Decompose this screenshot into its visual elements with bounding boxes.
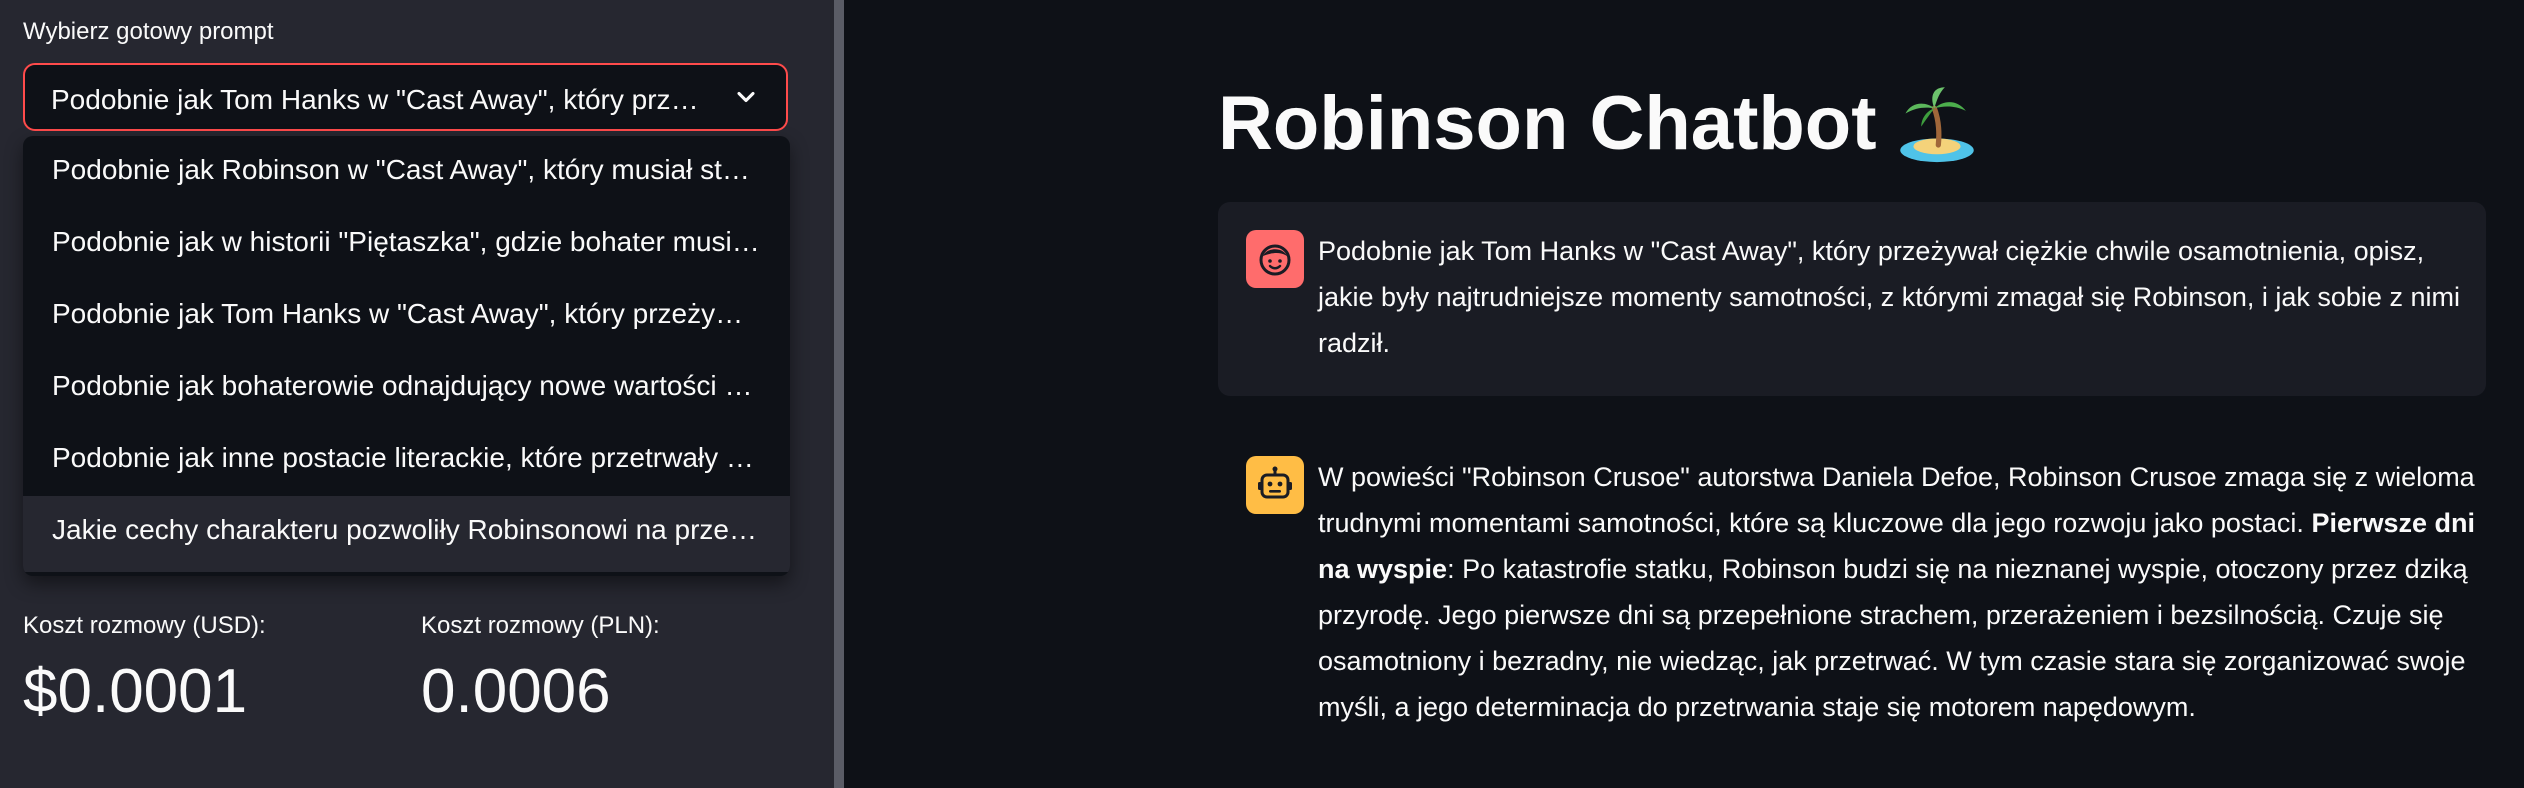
metric-value: $0.0001: [23, 657, 248, 726]
assistant-avatar: [1246, 456, 1304, 514]
dropdown-option[interactable]: Podobnie jak Tom Hanks w "Cast Away", kt…: [23, 280, 790, 352]
palm-island-icon: [1899, 86, 1974, 162]
dropdown-option[interactable]: Podobnie jak bohaterowie odnajdujący now…: [23, 352, 790, 424]
page-title-text: Robinson Chatbot: [1218, 81, 1877, 166]
sidebar: Wybierz gotowy prompt Podobnie jak Tom H…: [0, 0, 834, 788]
user-face-icon: [1259, 244, 1291, 276]
prompt-select-value: Podobnie jak Tom Hanks w "Cast Away", kt…: [51, 84, 711, 115]
chat-message-assistant: W powieści "Robinson Crusoe" autorstwa D…: [1218, 432, 2486, 732]
assistant-text-body: : Po katastrofie statku, Robinson budzi …: [1318, 554, 2468, 722]
assistant-text-intro: W powieści "Robinson Crusoe" autorstwa D…: [1318, 462, 2475, 538]
dropdown-option[interactable]: Podobnie jak Robinson w "Cast Away", któ…: [23, 136, 790, 208]
dropdown-option[interactable]: Podobnie jak w historii "Piętaszka", gdz…: [23, 208, 790, 280]
assistant-message-text: W powieści "Robinson Crusoe" autorstwa D…: [1318, 454, 2478, 730]
metric-value: 0.0006: [421, 657, 611, 726]
metric-cost-pln: Koszt rozmowy (PLN): 0.0006: [421, 612, 660, 727]
prompt-select-label: Wybierz gotowy prompt: [23, 18, 274, 45]
prompt-dropdown-list: Podobnie jak Robinson w "Cast Away", któ…: [23, 136, 790, 576]
robot-face-icon: [1258, 466, 1292, 499]
chevron-down-icon: [737, 91, 755, 103]
dropdown-option[interactable]: Podobnie jak inne postacie literackie, k…: [23, 424, 790, 496]
page-title: Robinson Chatbot: [1218, 80, 1979, 167]
user-message-text: Podobnie jak Tom Hanks w "Cast Away", kt…: [1318, 236, 2460, 358]
metric-cost-usd: Koszt rozmowy (USD): $0.0001: [23, 612, 266, 727]
sidebar-resize-handle[interactable]: [834, 0, 844, 788]
chat-message-user: Podobnie jak Tom Hanks w "Cast Away", kt…: [1218, 202, 2486, 396]
dropdown-option-highlighted[interactable]: Jakie cechy charakteru pozwoliły Robinso…: [23, 496, 790, 572]
metric-label: Koszt rozmowy (USD):: [23, 612, 266, 639]
user-avatar: [1246, 230, 1304, 288]
prompt-select[interactable]: Podobnie jak Tom Hanks w "Cast Away", kt…: [23, 63, 788, 131]
metric-label: Koszt rozmowy (PLN):: [421, 612, 660, 639]
app-root: Wybierz gotowy prompt Podobnie jak Tom H…: [0, 0, 2524, 788]
